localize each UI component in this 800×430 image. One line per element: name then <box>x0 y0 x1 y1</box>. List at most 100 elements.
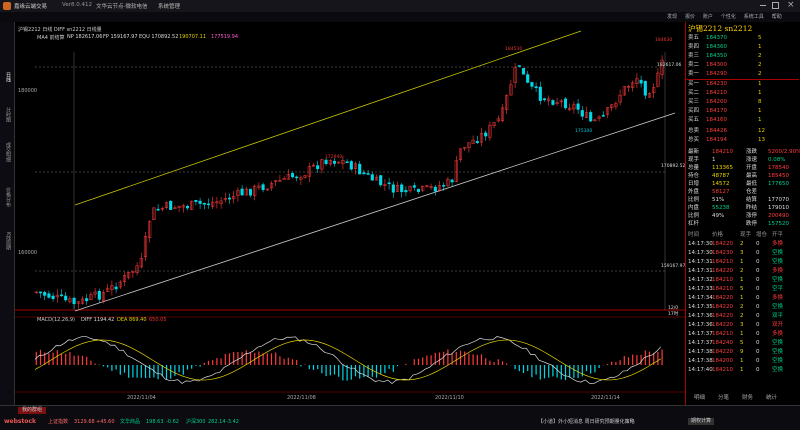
candle-body <box>185 205 190 209</box>
system-menu[interactable]: 系统管理 <box>158 2 180 10</box>
candle-body <box>484 132 488 137</box>
close-icon[interactable]: × <box>787 0 795 10</box>
candle-body <box>169 200 173 210</box>
tick-cell: 空换 <box>772 367 784 373</box>
candle-body <box>261 184 265 190</box>
book-price: 184290 <box>706 71 727 77</box>
tick-cell: 184210 <box>712 277 733 283</box>
level-label-fp: 159167.97 <box>661 264 686 269</box>
tick-cell: 14:17:38 <box>688 349 713 355</box>
tick-cell: 0 <box>756 367 760 373</box>
tick-cell: 空换 <box>772 358 784 364</box>
book-price: 184350 <box>706 53 727 59</box>
candle-body <box>290 173 295 178</box>
quote-bottom-tab[interactable]: 明细 <box>694 394 705 403</box>
ticks-header-cell: 开平 <box>772 232 784 238</box>
ma-label: MA4 前结算 <box>37 35 65 41</box>
bid-row[interactable]: 总买 184194 13 <box>688 136 798 145</box>
quote-bottom-tab[interactable]: 财务 <box>742 394 753 403</box>
book-level-label: 买三 <box>688 99 700 105</box>
ask-row[interactable]: 卖四 184360 1 <box>688 43 798 52</box>
tick-cell: 0 <box>756 304 760 310</box>
ma-fp: FP 159167.97 <box>103 34 138 40</box>
tick-cell: 14:17:33 <box>688 286 713 292</box>
tab-intraday[interactable]: 分时图 <box>2 107 12 122</box>
tick-cell: 14:17:37 <box>688 331 713 337</box>
candle-body <box>206 203 211 206</box>
bid-row[interactable]: 买三 184200 8 <box>688 98 798 107</box>
index-name[interactable]: 沪深300 <box>186 419 206 426</box>
bid-row[interactable]: 总卖 184426 12 <box>688 127 798 136</box>
toolbar-account[interactable]: 账户 <box>700 12 716 22</box>
toolbar-quotes[interactable]: 报价 <box>682 12 698 22</box>
price-label-last-high: 184630 <box>655 38 673 43</box>
index-name[interactable]: 上证指数 <box>48 419 68 426</box>
tick-cell: 5 <box>740 286 744 292</box>
candle-body <box>362 172 366 174</box>
tick-cell: 双平 <box>772 313 784 319</box>
candle-body <box>72 297 76 305</box>
candle-body <box>324 159 328 164</box>
price-label-peak: 172940 <box>325 155 343 160</box>
candle-body <box>379 175 383 186</box>
candle-body <box>114 286 118 290</box>
tick-cell: 双开 <box>772 322 784 328</box>
option-calculator-button[interactable]: 期权计算 <box>688 418 715 425</box>
book-level-label: 买二 <box>688 90 700 96</box>
book-level-label: 卖三 <box>688 53 700 59</box>
tick-row: 14:17:40 184210 1 0 空换 <box>688 366 798 375</box>
tick-cell: 空平 <box>772 286 784 292</box>
candle-body <box>433 186 437 192</box>
tab-price-dist[interactable]: 价格分布 <box>2 187 12 207</box>
bid-row[interactable]: 买二 184210 1 <box>688 89 798 98</box>
candle-body <box>521 68 526 75</box>
tick-row: 14:17:38 184220 9 0 空换 <box>688 348 798 357</box>
bid-row[interactable]: 买五 184160 1 <box>688 116 798 125</box>
toolbar-discover[interactable]: 发现 <box>664 12 680 22</box>
candle-body <box>643 80 647 96</box>
minimize-icon[interactable] <box>760 5 766 6</box>
tab-trades[interactable]: 成交明细 <box>2 142 12 162</box>
ask-row[interactable]: 卖三 184350 2 <box>688 52 798 61</box>
tick-cell: 14:17:30 <box>688 241 713 247</box>
title-bar: 嘉缘云端交易 Ver8.0.412 文华云节点-微软电信 系统管理 × <box>0 0 800 12</box>
toolbar-personalize[interactable]: 个性化 <box>718 12 739 22</box>
tick-row: 14:17:38 184200 1 0 空换 <box>688 357 798 366</box>
ask-row[interactable]: 卖二 184300 2 <box>688 61 798 70</box>
book-price: 184360 <box>706 44 727 50</box>
ma-np: NP 182617.06 <box>67 34 103 40</box>
tab-my-groups[interactable]: 我的群组 <box>18 407 47 414</box>
server-node-menu[interactable]: 文华云节点-微软电信 <box>96 2 148 10</box>
tick-cell: 2 <box>740 241 744 247</box>
book-volume: 2 <box>758 53 762 59</box>
ask-row[interactable]: 卖一 184290 2 <box>688 70 798 79</box>
stat-row: 杠杆 跌停 157520 <box>688 220 798 229</box>
index-name[interactable]: 文华商品 <box>120 419 140 426</box>
maximize-icon[interactable] <box>772 2 779 9</box>
stat-cell: 跌停 <box>746 221 758 227</box>
candle-body <box>450 179 454 183</box>
tab-daily[interactable]: 日线 <box>2 72 12 82</box>
book-volume: 13 <box>758 137 765 143</box>
book-volume: 2 <box>758 62 762 68</box>
quote-bottom-tab[interactable]: 分笔 <box>718 394 729 403</box>
toolbar-help[interactable]: 帮助 <box>769 12 785 22</box>
candle-body <box>538 86 542 101</box>
quote-bottom-tab[interactable]: 统计 <box>766 394 777 403</box>
news-marquee[interactable]: 【小道】外小短消息 周日研究预期量化策略 <box>538 419 635 426</box>
candle-body <box>551 100 555 105</box>
tick-cell: 184210 <box>712 331 733 337</box>
kline-chart[interactable]: 沪锡2212 日线 DIFF sn2212 日线量 MA4 前结算 NP 182… <box>15 22 685 405</box>
y-tick-label: 180000 <box>18 88 38 94</box>
toolbar-system-tools[interactable]: 系统工具 <box>741 12 767 22</box>
ask-row[interactable]: 卖五 184370 5 <box>688 34 798 43</box>
bid-row[interactable]: 买四 184170 1 <box>688 107 798 116</box>
index-change: -3.42 <box>226 419 239 425</box>
bid-row[interactable]: 买一 184230 1 <box>688 80 798 89</box>
tick-cell: 184220 <box>712 313 733 319</box>
tick-cell: 多换 <box>772 268 784 274</box>
tab-kline-period[interactable]: K线周期 <box>2 232 12 250</box>
app-version: Ver8.0.412 <box>62 2 92 8</box>
app-name: 嘉缘云端交易 <box>14 4 48 10</box>
tick-cell: 14:17:32 <box>688 277 713 283</box>
